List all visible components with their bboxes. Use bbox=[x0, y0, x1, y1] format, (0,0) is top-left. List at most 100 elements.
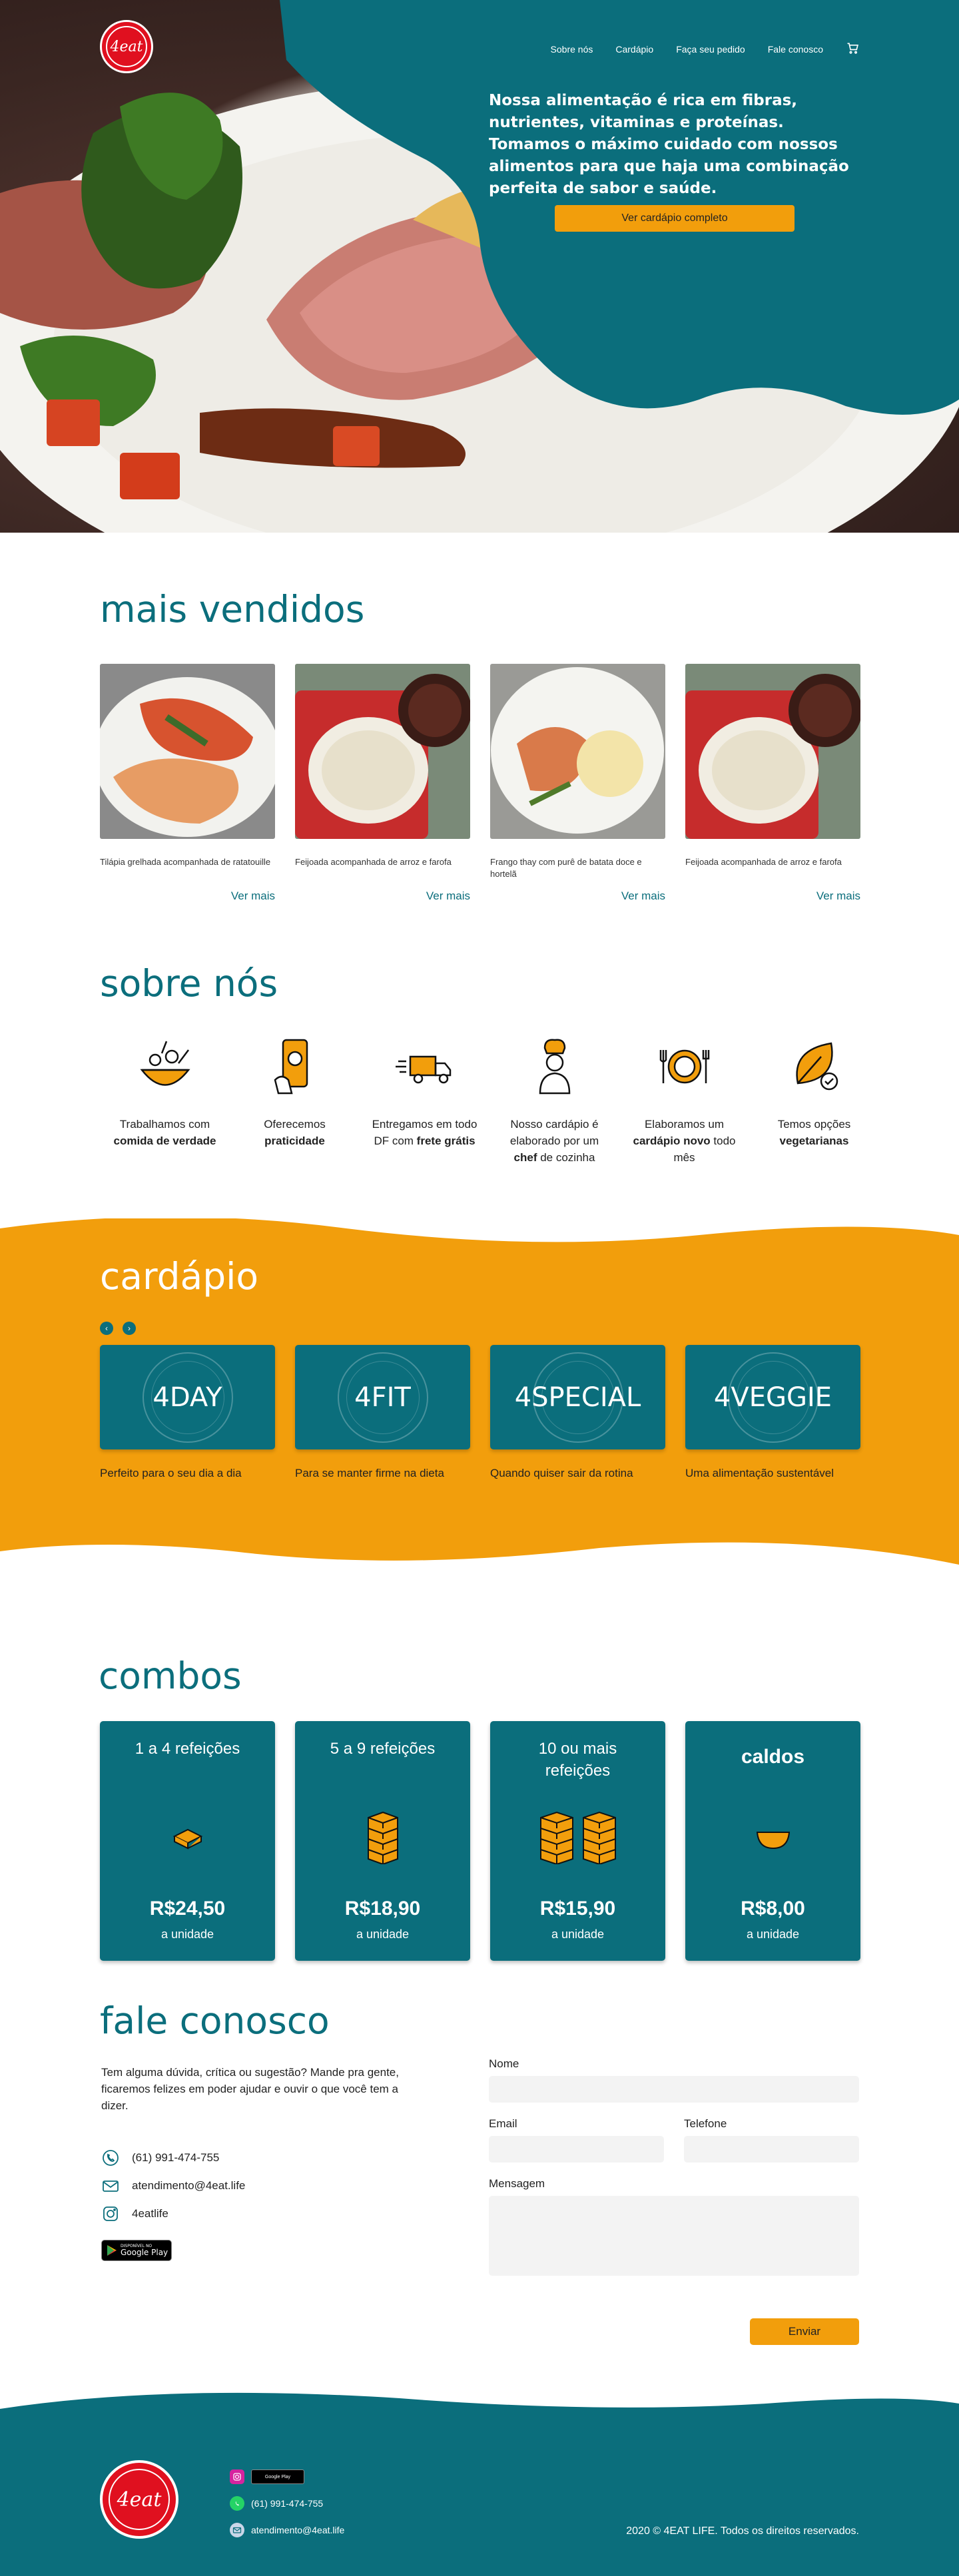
instagram-icon bbox=[103, 2206, 118, 2221]
menu-card-name: 4DAY bbox=[153, 1382, 222, 1413]
smartphone-icon bbox=[274, 1039, 308, 1095]
feature-item: Oferecemos praticidade bbox=[230, 1033, 360, 1166]
product-card: Tilápia grelhada acompanhada de ratatoui… bbox=[100, 664, 275, 903]
message-field[interactable] bbox=[489, 2196, 859, 2276]
ver-mais-link[interactable]: Ver mais bbox=[100, 890, 275, 903]
footer-links: Google Play (61) 991-474-755 atendimento… bbox=[230, 2463, 344, 2543]
phone-field[interactable] bbox=[684, 2136, 859, 2163]
menu-card-description: Quando quiser sair da rotina bbox=[490, 1467, 633, 1479]
mail-icon bbox=[103, 2181, 119, 2192]
meal-box-icon bbox=[100, 1808, 275, 1868]
ver-mais-link[interactable]: Ver mais bbox=[685, 890, 860, 903]
combo-title: 10 ou mais refeições bbox=[538, 1740, 617, 1780]
menu-card[interactable]: 4DAY Perfeito para o seu dia a dia bbox=[100, 1345, 275, 1480]
footer-google-play-badge[interactable]: Google Play bbox=[251, 2469, 304, 2484]
footer-logo[interactable]: 4eat bbox=[100, 2460, 178, 2539]
main-nav: Sobre nós Cardápio Faça seu pedido Fale … bbox=[551, 41, 859, 57]
combo-title: 1 a 4 refeições bbox=[135, 1740, 240, 1758]
combo-unit: a unidade bbox=[160, 1928, 214, 1941]
leaf-icon bbox=[795, 1042, 838, 1091]
instagram-icon[interactable] bbox=[230, 2469, 244, 2484]
chevron-right-icon[interactable]: › bbox=[123, 1322, 136, 1335]
chevron-left-icon[interactable]: ‹ bbox=[100, 1322, 113, 1335]
contact-phone[interactable]: (61) 991-474-755 bbox=[101, 2144, 245, 2172]
footer: 4eat Google Play (61) 991-474-755 atendi… bbox=[0, 2384, 959, 2576]
soup-bowl-icon bbox=[685, 1808, 860, 1868]
feature-item: Entregamos em todo DF com frete grátis bbox=[360, 1033, 489, 1166]
sobre-nos-section: sobre nós Trabalhamos com comida de verd… bbox=[0, 932, 959, 1218]
product-image[interactable] bbox=[490, 664, 665, 839]
whatsapp-icon bbox=[103, 2150, 119, 2166]
footer-social-row: Google Play bbox=[230, 2463, 344, 2490]
combo-card[interactable]: caldos R$8,00 a unidade bbox=[685, 1721, 860, 1961]
product-image[interactable] bbox=[100, 664, 275, 839]
section-title: fale conosco bbox=[100, 1999, 330, 2042]
menu-card[interactable]: 4VEGGIE Uma alimentação sustentável bbox=[685, 1345, 860, 1480]
mail-icon bbox=[230, 2523, 244, 2537]
section-title: combos bbox=[99, 1655, 242, 1697]
product-image[interactable] bbox=[685, 664, 860, 839]
menu-card-name: 4VEGGIE bbox=[713, 1382, 832, 1413]
menu-card-description: Perfeito para o seu dia a dia bbox=[100, 1467, 242, 1479]
hero-text: Nossa alimentação é rica em fibras, nutr… bbox=[489, 92, 849, 197]
product-description: Feijoada acompanhada de arroz e farofa bbox=[295, 857, 452, 867]
sobre-nos-list: Trabalhamos com comida de verdade Oferec… bbox=[100, 1033, 879, 1166]
phone-label: Telefone bbox=[684, 2117, 727, 2130]
combo-price: R$8,00 bbox=[741, 1898, 805, 1920]
meal-box-stack-icon bbox=[295, 1808, 470, 1868]
menu-card[interactable]: 4SPECIAL Quando quiser sair da rotina bbox=[490, 1345, 665, 1480]
email-field[interactable] bbox=[489, 2136, 664, 2163]
mais-vendidos-list: Tilápia grelhada acompanhada de ratatoui… bbox=[100, 664, 860, 903]
nav-fale-conosco[interactable]: Fale conosco bbox=[768, 44, 823, 55]
contact-email[interactable]: atendimento@4eat.life bbox=[101, 2172, 245, 2200]
send-button[interactable]: Enviar bbox=[750, 2318, 859, 2345]
name-label: Nome bbox=[489, 2057, 519, 2070]
cart-icon[interactable] bbox=[846, 41, 859, 57]
product-card: Frango thay com purê de batata doce e ho… bbox=[490, 664, 665, 903]
footer-phone[interactable]: (61) 991-474-755 bbox=[230, 2490, 344, 2517]
nav-cardapio[interactable]: Cardápio bbox=[615, 44, 653, 55]
contact-list: (61) 991-474-755 atendimento@4eat.life 4… bbox=[101, 2144, 245, 2228]
combos-section: combos 1 a 4 refeições R$24,50 a unidade… bbox=[0, 1598, 959, 1971]
contact-intro: Tem alguma dúvida, crítica ou sugestão? … bbox=[101, 2066, 399, 2112]
combo-card[interactable]: 1 a 4 refeições R$24,50 a unidade bbox=[100, 1721, 275, 1961]
cardapio-list: 4DAY Perfeito para o seu dia a dia 4FIT … bbox=[100, 1345, 860, 1480]
contact-form: Nome Email Telefone Mensagem Enviar bbox=[489, 2057, 859, 2345]
menu-card-name: 4SPECIAL bbox=[514, 1382, 641, 1413]
product-description: Feijoada acompanhada de arroz e farofa bbox=[685, 857, 842, 867]
fale-conosco-section: fale conosco Tem alguma dúvida, crítica … bbox=[0, 1971, 959, 2384]
name-field[interactable] bbox=[489, 2076, 859, 2103]
section-title: sobre nós bbox=[100, 962, 278, 1005]
section-title: mais vendidos bbox=[100, 588, 365, 631]
carousel-controls: ‹ › bbox=[100, 1322, 136, 1335]
combo-unit: a unidade bbox=[746, 1928, 800, 1941]
ver-mais-link[interactable]: Ver mais bbox=[490, 890, 665, 903]
hero-section: 4eat Sobre nós Cardápio Faça seu pedido … bbox=[0, 0, 959, 533]
product-image[interactable] bbox=[295, 664, 470, 839]
delivery-truck-icon bbox=[395, 1055, 451, 1084]
combo-card[interactable]: 5 a 9 refeições R$18,90 a unidade bbox=[295, 1721, 470, 1961]
feature-item: Elaboramos um cardápio novo todo mês bbox=[619, 1033, 749, 1166]
message-label: Mensagem bbox=[489, 2177, 545, 2190]
menu-card-description: Para se manter firme na dieta bbox=[295, 1467, 444, 1479]
ver-cardapio-button[interactable]: Ver cardápio completo bbox=[555, 205, 795, 232]
product-card: Feijoada acompanhada de arroz e farofa V… bbox=[295, 664, 470, 903]
google-play-icon bbox=[107, 2245, 117, 2256]
google-play-badge[interactable]: DISPONÍVEL NO Google Play bbox=[101, 2240, 172, 2261]
combo-title: caldos bbox=[741, 1746, 805, 1768]
combo-price: R$15,90 bbox=[539, 1898, 616, 1920]
ver-mais-link[interactable]: Ver mais bbox=[295, 890, 470, 903]
brand-logo[interactable]: 4eat bbox=[100, 20, 153, 73]
chef-icon bbox=[539, 1039, 570, 1095]
nav-faca-seu-pedido[interactable]: Faça seu pedido bbox=[676, 44, 745, 55]
contact-instagram[interactable]: 4eatlife bbox=[101, 2200, 245, 2228]
copyright: 2020 © 4EAT LIFE. Todos os direitos rese… bbox=[626, 2525, 859, 2537]
combo-card[interactable]: 10 ou mais refeições R$15,90 a unidade bbox=[490, 1721, 665, 1961]
feature-item: Temos opções vegetarianas bbox=[749, 1033, 879, 1166]
nav-sobre-nos[interactable]: Sobre nós bbox=[551, 44, 593, 55]
menu-card[interactable]: 4FIT Para se manter firme na dieta bbox=[295, 1345, 470, 1480]
email-label: Email bbox=[489, 2117, 517, 2130]
footer-email[interactable]: atendimento@4eat.life bbox=[230, 2517, 344, 2543]
menu-card-name: 4FIT bbox=[354, 1382, 411, 1413]
combo-unit: a unidade bbox=[551, 1928, 605, 1941]
